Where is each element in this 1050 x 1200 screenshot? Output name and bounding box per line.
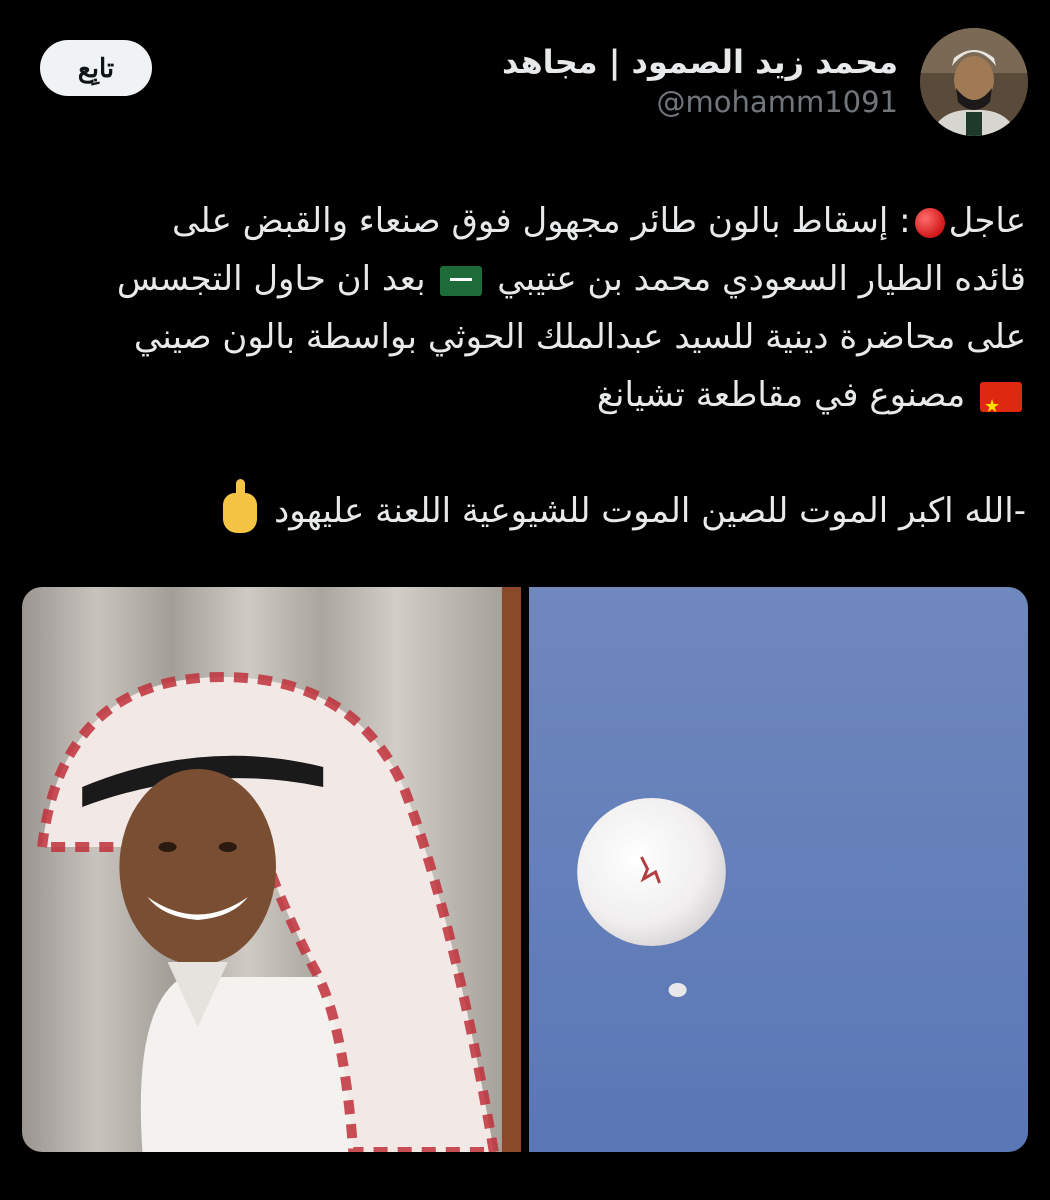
saudi-flag-icon	[440, 265, 483, 296]
tweet-text-segment: بعد ان حاول التجسس	[116, 259, 426, 299]
tweet-line: مصنوع في مقاطعة تشيانغ	[24, 366, 1026, 424]
tweet-text-segment: عاجل	[948, 201, 1026, 241]
media-photo-person[interactable]	[22, 587, 521, 1152]
tweet-media-grid	[22, 587, 1028, 1152]
tweet-header: محمد زيد الصمود | مجاهد @mohamm1091 تابِ…	[40, 28, 1028, 138]
media-photo-balloon[interactable]	[529, 587, 1028, 1152]
china-flag-icon	[980, 381, 1022, 412]
tweet-text-segment: قائده الطيار السعودي محمد بن عتيبي	[497, 259, 1026, 299]
author-avatar[interactable]	[920, 28, 1028, 136]
tweet-line: على محاضرة دينية للسيد عبدالملك الحوثي ب…	[24, 308, 1026, 366]
author-names: محمد زيد الصمود | مجاهد @mohamm1091	[502, 42, 898, 122]
tweet-text: عاجل : إسقاط بالون طائر مجهول فوق صنعاء و…	[24, 192, 1026, 540]
author-handle[interactable]: @mohamm1091	[502, 82, 898, 122]
tweet-text-segment: على محاضرة دينية للسيد عبدالملك الحوثي ب…	[133, 317, 1026, 357]
follow-button[interactable]: تابِع	[40, 40, 152, 96]
tweet-line: قائده الطيار السعودي محمد بن عتيبي بعد ا…	[24, 250, 1026, 308]
avatar-image	[920, 28, 1028, 136]
author-display-name[interactable]: محمد زيد الصمود | مجاهد	[502, 42, 898, 82]
tweet-line: -الله اكبر الموت للصين الموت للشيوعية ال…	[24, 478, 1026, 540]
balloon-photo	[529, 587, 1028, 1152]
red-circle-icon	[914, 207, 945, 238]
person-photo	[22, 587, 521, 1152]
tweet-line: عاجل : إسقاط بالون طائر مجهول فوق صنعاء و…	[24, 192, 1026, 250]
tweet-text-segment: -الله اكبر الموت للصين الموت للشيوعية ال…	[274, 491, 1026, 531]
tweet-text-segment: : إسقاط بالون طائر مجهول فوق صنعاء والقب…	[171, 201, 911, 241]
index-pointing-up-icon	[223, 478, 258, 533]
tweet-text-segment: مصنوع في مقاطعة تشيانغ	[596, 375, 966, 415]
